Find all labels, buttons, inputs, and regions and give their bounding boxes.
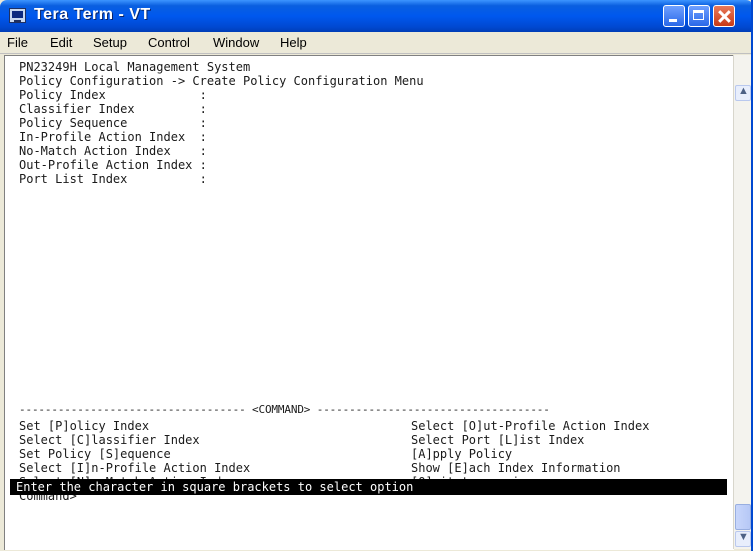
menu-bar: File Edit Setup Control Window Help	[0, 32, 753, 54]
field-port-list-index: Port List Index :	[19, 172, 207, 186]
field-in-profile-action-index: In-Profile Action Index :	[19, 130, 207, 144]
command-select-classifier-index: Select [C]lassifier Index	[19, 433, 200, 447]
command-select-out-profile-action: Select [O]ut-Profile Action Index	[411, 419, 650, 433]
command-divider: ----------------------------------- <COM…	[19, 403, 550, 416]
menu-window[interactable]: Window	[213, 35, 259, 50]
menu-setup[interactable]: Setup	[93, 35, 127, 50]
terminal-app-icon[interactable]	[9, 8, 26, 23]
window-title: Tera Term - VT	[34, 6, 151, 23]
command-set-policy-sequence: Set Policy [S]equence	[19, 447, 171, 461]
scroll-thumb[interactable]	[735, 504, 751, 530]
menu-edit[interactable]: Edit	[50, 35, 72, 50]
menu-path-line: Policy Configuration -> Create Policy Co…	[19, 74, 424, 88]
menu-control[interactable]: Control	[148, 35, 190, 50]
menu-help[interactable]: Help	[280, 35, 307, 50]
scroll-up-icon: ▲	[738, 85, 749, 97]
menu-file[interactable]: File	[7, 35, 28, 50]
teraterm-window: Tera Term - VT File Edit Setup Control W…	[0, 0, 753, 551]
scroll-down-icon: ▼	[738, 531, 749, 543]
field-out-profile-action-index: Out-Profile Action Index :	[19, 158, 207, 172]
scroll-down-button[interactable]: ▼	[735, 531, 751, 547]
field-no-match-action-index: No-Match Action Index :	[19, 144, 207, 158]
scroll-up-button[interactable]: ▲	[735, 85, 751, 101]
field-policy-sequence: Policy Sequence :	[19, 116, 207, 130]
command-select-port-list-index: Select Port [L]ist Index	[411, 433, 585, 447]
command-apply-policy: [A]pply Policy	[411, 447, 513, 461]
status-line: Enter the character in square brackets t…	[10, 479, 727, 495]
system-title-line: PN23249H Local Management System	[19, 60, 251, 74]
vertical-scrollbar[interactable]: ▲ ▼	[733, 55, 752, 549]
terminal-screen[interactable]: PN23249H Local Management System Policy …	[4, 55, 734, 550]
status-text: Enter the character in square brackets t…	[16, 480, 414, 494]
field-policy-index: Policy Index :	[19, 88, 207, 102]
maximize-button[interactable]	[688, 5, 710, 27]
command-show-index-information: Show [E]ach Index Information	[411, 461, 621, 475]
minimize-button[interactable]	[663, 5, 685, 27]
field-classifier-index: Classifier Index :	[19, 102, 207, 116]
close-button[interactable]	[713, 5, 735, 27]
command-select-in-profile-action: Select [I]n-Profile Action Index	[19, 461, 251, 475]
title-bar[interactable]: Tera Term - VT	[0, 0, 753, 32]
command-set-policy-index: Set [P]olicy Index	[19, 419, 150, 433]
